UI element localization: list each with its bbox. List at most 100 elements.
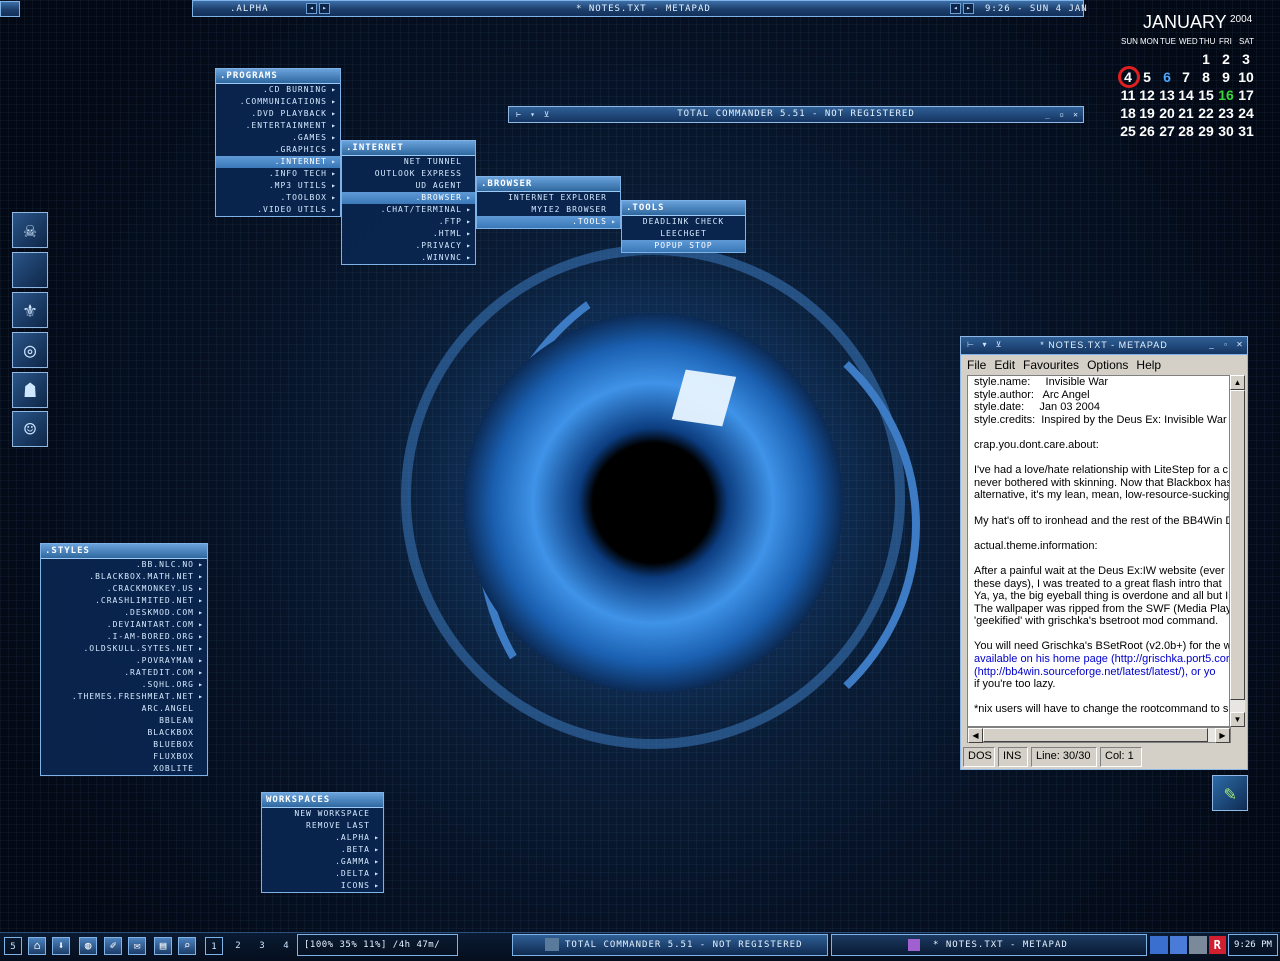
vertical-scrollbar[interactable]: ▲ ▼ [1229,375,1245,727]
tray-r-icon[interactable]: R [1208,936,1226,954]
tray-messenger-icon[interactable] [1169,936,1187,954]
calendar-day[interactable]: 14 [1176,87,1196,103]
document-icon[interactable]: ▤ [154,937,172,955]
download-icon[interactable]: ⬇ [52,937,70,955]
styles-menu-item[interactable]: .BLACKBOX.MATH.NET [41,571,207,583]
prev-window-button[interactable]: ◂ [950,3,961,14]
workspace-number-button[interactable]: 1 [205,937,223,955]
next-workspace-button[interactable]: ▸ [319,3,330,14]
horizontal-scrollbar[interactable]: ◀ ▶ [967,727,1231,743]
internet-menu-item[interactable]: OUTLOOK EXPRESS [342,168,475,180]
prev-workspace-button[interactable]: ◂ [306,3,317,14]
tools-menu-item[interactable]: POPUP STOP [622,240,745,252]
calendar-day[interactable]: 29 [1196,123,1216,139]
skull-icon[interactable]: ☠ [12,212,48,248]
maximize-icon[interactable]: ▫ [1220,340,1231,350]
calendar-day[interactable]: 21 [1176,105,1196,121]
total-commander-window[interactable]: ⊢ ▾ ⊻ TOTAL COMMANDER 5.51 - NOT REGISTE… [508,106,1084,123]
workspaces-menu-item[interactable]: .GAMMA [262,856,383,868]
styles-menu-item[interactable]: XOBLITE [41,763,207,775]
programs-menu-item[interactable]: .GRAPHICS [216,144,340,156]
toolbar-corner-button[interactable] [0,1,20,17]
internet-menu-item[interactable]: .WINVNC [342,252,475,264]
workspaces-menu-item[interactable]: ICONS [262,880,383,892]
calendar-day[interactable]: 18 [1118,105,1138,121]
portrait-icon[interactable]: ☺ [12,411,48,447]
workspaces-menu-item[interactable]: NEW WORKSPACE [262,808,383,820]
task-notes[interactable]: * NOTES.TXT - METAPAD [831,934,1147,956]
styles-menu-item[interactable]: BLACKBOX [41,727,207,739]
disc-icon[interactable]: ◎ [12,332,48,368]
calendar-day[interactable]: 7 [1176,69,1196,85]
internet-menu-item[interactable]: UD AGENT [342,180,475,192]
calendar-day[interactable]: 23 [1216,105,1236,121]
styles-menu-item[interactable]: .OLDSKULL.SYTES.NET [41,643,207,655]
calendar-day[interactable]: 16 [1216,87,1236,103]
edit-icon[interactable]: ✎ [1212,775,1248,811]
notes-menu-edit[interactable]: Edit [992,358,1021,372]
calendar-day[interactable]: 17 [1236,87,1256,103]
tools-menu-item[interactable]: LEECHGET [622,228,745,240]
notes-menu-help[interactable]: Help [1134,358,1167,372]
calendar-day[interactable]: 11 [1118,87,1138,103]
styles-menu-item[interactable]: BLUEBOX [41,739,207,751]
programs-menu-item[interactable]: .DVD PLAYBACK [216,108,340,120]
calendar-day[interactable]: 24 [1236,105,1256,121]
styles-menu-item[interactable]: .SQHL.ORG [41,679,207,691]
emblem-icon[interactable]: ⚜ [12,292,48,328]
maximize-icon[interactable]: ▫ [1056,110,1067,120]
minimize-icon[interactable]: _ [1206,340,1217,350]
styles-menu-item[interactable]: .RATEDIT.COM [41,667,207,679]
browser-menu-item[interactable]: .TOOLS [477,216,620,228]
programs-menu-item[interactable]: .TOOLBOX [216,192,340,204]
next-window-button[interactable]: ▸ [963,3,974,14]
workspace-label[interactable]: .ALPHA [230,4,269,14]
styles-menu-item[interactable]: .DESKMOD.COM [41,607,207,619]
styles-menu-item[interactable]: .CRASHLIMITED.NET [41,595,207,607]
notes-menu-options[interactable]: Options [1085,358,1134,372]
tray-monitor-icon[interactable] [1189,936,1207,954]
styles-menu-item[interactable]: FLUXBOX [41,751,207,763]
calendar-day[interactable]: 9 [1216,69,1236,85]
styles-menu-item[interactable]: .POVRAYMAN [41,655,207,667]
styles-menu-item[interactable]: BBLEAN [41,715,207,727]
internet-menu-item[interactable]: .HTML [342,228,475,240]
notes-menu-file[interactable]: File [965,358,992,372]
brush-icon[interactable]: ✐ [104,937,122,955]
calendar-day[interactable]: 13 [1157,87,1177,103]
calendar-day[interactable]: 22 [1196,105,1216,121]
scroll-down-button[interactable]: ▼ [1230,712,1245,727]
tray-network-icon[interactable] [1150,936,1168,954]
programs-menu-item[interactable]: .VIDEO UTILS [216,204,340,216]
tools-menu-item[interactable]: DEADLINK CHECK [622,216,745,228]
close-icon[interactable]: ✕ [1070,110,1081,120]
internet-menu-item[interactable]: NET TUNNEL [342,156,475,168]
programs-menu-item[interactable]: .GAMES [216,132,340,144]
calendar-day[interactable]: 30 [1216,123,1236,139]
active-window-title[interactable]: * NOTES.TXT - METAPAD [576,4,711,14]
calendar-day[interactable]: 12 [1137,87,1157,103]
blank-dock-icon[interactable] [12,252,48,288]
workspace-number-button[interactable]: 4 [277,937,295,955]
workspaces-menu-item[interactable]: .DELTA [262,868,383,880]
calendar-day[interactable]: 26 [1137,123,1157,139]
task-total-commander[interactable]: TOTAL COMMANDER 5.51 - NOT REGISTERED [512,934,828,956]
programs-menu-item[interactable]: .INFO TECH [216,168,340,180]
globe-icon[interactable]: ◍ [79,937,97,955]
styles-menu-item[interactable]: .I-AM-BORED.ORG [41,631,207,643]
programs-menu-item[interactable]: .CD BURNING [216,84,340,96]
calendar-day[interactable]: 2 [1216,51,1236,67]
notes-menu-favourites[interactable]: Favourites [1021,358,1085,372]
notes-text-area[interactable]: style.name: Invisible War style.author: A… [967,375,1231,727]
styles-menu-item[interactable]: .DEVIANTART.COM [41,619,207,631]
styles-menu-item[interactable]: .BB.NLC.NO [41,559,207,571]
calendar-day[interactable]: 5 [1137,69,1157,85]
workspaces-menu-item[interactable]: .BETA [262,844,383,856]
internet-menu-item[interactable]: .CHAT/TERMINAL [342,204,475,216]
calendar-day[interactable]: 25 [1118,123,1138,139]
internet-menu-item[interactable]: .BROWSER [342,192,475,204]
workspace-number-button[interactable]: 2 [229,937,247,955]
calendar-day[interactable]: 1 [1196,51,1216,67]
chat-icon[interactable]: ✉ [128,937,146,955]
calendar-day[interactable]: 28 [1176,123,1196,139]
